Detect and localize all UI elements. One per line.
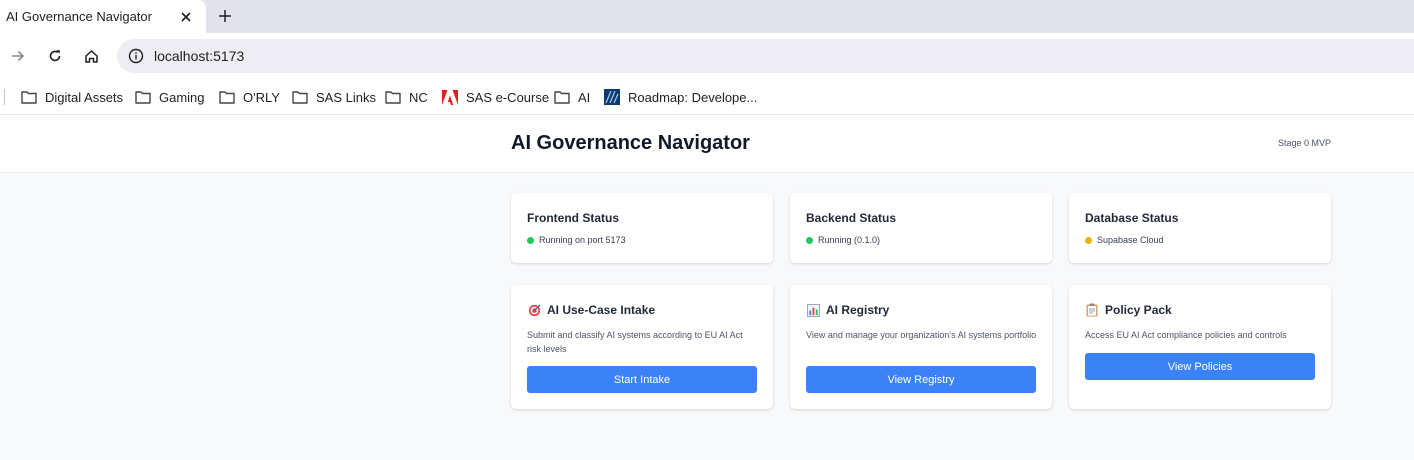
bookmark-label: Digital Assets [45, 89, 124, 105]
status-text: Supabase Cloud [1097, 235, 1164, 245]
bar-chart-icon [806, 303, 820, 317]
policy-card: Policy Pack Access EU AI Act compliance … [1069, 285, 1331, 409]
bookmark-label: AI [578, 89, 591, 105]
status-dot-icon [527, 236, 534, 244]
card-title: AI Use-Case Intake [547, 303, 656, 317]
bookmark-label: NC [409, 89, 428, 105]
home-icon[interactable] [79, 44, 103, 68]
card-title: AI Registry [826, 303, 890, 317]
backend-status-card: Backend Status Running (0.1.0) [790, 193, 1052, 263]
browser-tab[interactable]: AI Governance Navigator [0, 0, 206, 33]
status-line: Running (0.1.0) [806, 235, 880, 245]
close-icon[interactable] [176, 7, 196, 27]
status-text: Running on port 5173 [539, 235, 626, 245]
bookmark-label: SAS e-Course [466, 89, 550, 105]
bookmark-sas-links[interactable]: SAS Links [292, 87, 376, 107]
registry-card: AI Registry View and manage your organiz… [790, 285, 1052, 409]
bookmark-ai[interactable]: AI [554, 87, 590, 107]
status-line: Running on port 5173 [527, 235, 626, 245]
status-title: Database Status [1085, 211, 1179, 225]
bookmark-roadmap[interactable]: Roadmap: Develope... [604, 87, 757, 107]
folder-icon [219, 91, 235, 104]
status-title: Frontend Status [527, 211, 619, 225]
card-header: AI Use-Case Intake [527, 303, 655, 317]
status-text: Running (0.1.0) [818, 235, 881, 245]
bookmark-label: SAS Links [316, 89, 376, 105]
target-icon [527, 303, 541, 317]
bookmark-orly[interactable]: O'RLY [219, 87, 280, 107]
folder-icon [135, 91, 151, 104]
bookmarks-divider [4, 89, 5, 105]
bookmark-digital-assets[interactable]: Digital Assets [21, 87, 123, 107]
reload-icon[interactable] [43, 44, 67, 68]
bookmark-label: Gaming [159, 89, 205, 105]
card-description: Access EU AI Act compliance policies and… [1085, 330, 1287, 340]
status-title: Backend Status [806, 211, 897, 225]
folder-icon [554, 91, 570, 104]
card-description: View and manage your organization's AI s… [806, 330, 1037, 340]
clipboard-icon [1085, 303, 1099, 317]
bookmark-sas-e-course[interactable]: SAS e-Course [442, 87, 549, 107]
status-dot-icon [806, 236, 813, 244]
adobe-icon [442, 89, 458, 105]
browser-toolbar: localhost:5173 [0, 33, 1414, 79]
stage-label: Stage 0 MVP [1278, 138, 1332, 148]
url-text: localhost:5173 [154, 48, 245, 64]
card-title: Policy Pack [1105, 303, 1172, 317]
intake-card: AI Use-Case Intake Submit and classify A… [511, 285, 773, 409]
database-status-card: Database Status Supabase Cloud [1069, 193, 1331, 263]
view-registry-button[interactable]: View Registry [806, 366, 1036, 393]
page-title: AI Governance Navigator [511, 132, 750, 154]
card-description: Submit and classify AI systems according… [527, 330, 743, 354]
bookmark-nc[interactable]: NC [385, 87, 428, 107]
bookmark-label: O'RLY [243, 89, 280, 105]
roadmap-icon [604, 89, 620, 105]
bookmarks-bar: Digital Assets Gaming O'RLY SAS Links NC… [0, 79, 1414, 115]
start-intake-button[interactable]: Start Intake [527, 366, 757, 393]
folder-icon [385, 91, 401, 104]
forward-arrow-icon[interactable] [6, 44, 30, 68]
new-tab-icon[interactable] [214, 5, 236, 27]
status-dot-icon [1085, 236, 1092, 244]
view-policies-button[interactable]: View Policies [1085, 353, 1315, 380]
address-bar[interactable]: localhost:5173 [117, 39, 1414, 73]
app-header: AI Governance Navigator Stage 0 MVP [0, 115, 1414, 173]
frontend-status-card: Frontend Status Running on port 5173 [511, 193, 773, 263]
site-info-icon[interactable] [127, 47, 145, 65]
status-line: Supabase Cloud [1085, 235, 1164, 245]
card-header: AI Registry [806, 303, 889, 317]
folder-icon [292, 91, 308, 104]
card-header: Policy Pack [1085, 303, 1172, 317]
browser-tabstrip: AI Governance Navigator [0, 0, 1414, 33]
folder-icon [21, 91, 37, 104]
bookmark-label: Roadmap: Develope... [628, 89, 758, 105]
tab-title: AI Governance Navigator [6, 9, 152, 24]
bookmark-gaming[interactable]: Gaming [135, 87, 205, 107]
